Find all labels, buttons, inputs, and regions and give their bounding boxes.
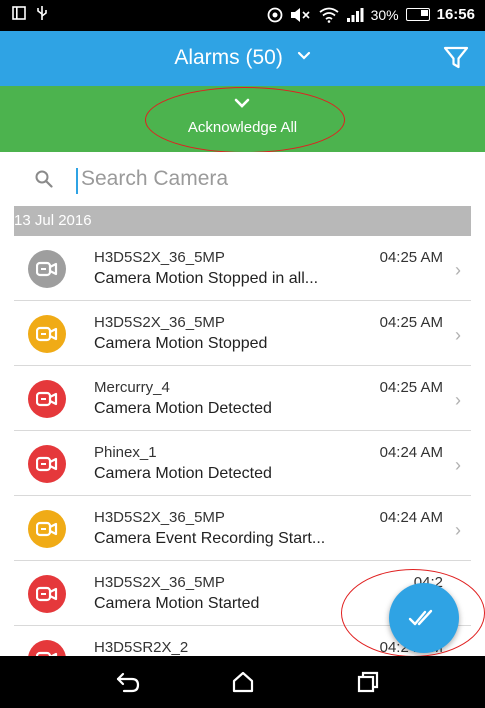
- back-icon[interactable]: [115, 670, 141, 694]
- alarm-clock-icon: [267, 7, 282, 22]
- phone-portrait-icon: [12, 6, 26, 20]
- video-camera-icon: [36, 586, 58, 602]
- camera-badge: [28, 575, 66, 613]
- search-icon: [35, 170, 53, 188]
- acknowledge-all-button[interactable]: Acknowledge All: [0, 86, 485, 152]
- camera-name: Mercurry_4: [94, 379, 170, 396]
- status-bar: 30% 16:56: [0, 0, 485, 31]
- date-label: 13 Jul 2016: [14, 212, 92, 229]
- camera-name: H3D5S2X_36_5MP: [94, 249, 225, 266]
- alarm-time: 04:25 AM: [379, 379, 443, 396]
- camera-name: Phinex_1: [94, 444, 157, 461]
- filter-icon[interactable]: [443, 45, 469, 71]
- camera-badge: [28, 315, 66, 353]
- video-camera-icon: [36, 521, 58, 537]
- app-bar: Alarms (50): [0, 31, 485, 86]
- alarm-description: Camera Motion Detected: [94, 465, 272, 482]
- clock: 16:56: [436, 6, 475, 23]
- camera-badge: [28, 510, 66, 548]
- video-camera-icon: [36, 456, 58, 472]
- battery-icon: [405, 8, 430, 21]
- alarm-time: 04:24 AM: [379, 509, 443, 526]
- chevron-right-icon: ›: [455, 390, 461, 410]
- video-camera-icon: [36, 391, 58, 407]
- camera-name: H3D5S2X_36_5MP: [94, 509, 225, 526]
- list-item[interactable]: H3D5S2X_36_5MP Camera Motion Stopped in …: [14, 236, 471, 301]
- double-check-icon: [408, 609, 433, 626]
- alarm-description: Camera Motion Started: [94, 595, 260, 612]
- camera-badge: [28, 445, 66, 483]
- search-bar: [0, 152, 485, 206]
- navigation-bar: [0, 656, 485, 708]
- list-item[interactable]: Phinex_1 Camera Motion Detected 04:24 AM…: [14, 431, 471, 496]
- page-title: Alarms (50): [174, 46, 283, 69]
- list-item[interactable]: H3D5S2X_36_5MP Camera Event Recording St…: [14, 496, 471, 561]
- alarm-time: 04:25 AM: [379, 249, 443, 266]
- chevron-down-icon: [297, 51, 310, 60]
- video-camera-icon: [36, 261, 58, 277]
- alarm-description: Camera Motion Stopped in all...: [94, 270, 319, 287]
- status-left: [12, 5, 48, 21]
- camera-badge: [28, 380, 66, 418]
- alarm-time: 04:24 AM: [379, 444, 443, 461]
- chevron-down-icon: [234, 98, 250, 108]
- list-item[interactable]: Mercurry_4 Camera Motion Detected 04:25 …: [14, 366, 471, 431]
- wifi-icon: [319, 7, 339, 23]
- chevron-right-icon: ›: [455, 260, 461, 280]
- acknowledge-all-label: Acknowledge All: [187, 119, 298, 136]
- signal-icon: [346, 7, 364, 22]
- video-camera-icon: [36, 326, 58, 342]
- alarm-time: 04:25 AM: [379, 314, 443, 331]
- search-input[interactable]: [75, 164, 461, 194]
- usb-icon: [37, 6, 47, 20]
- alarm-description: Camera Motion Stopped: [94, 335, 268, 352]
- chevron-right-icon: ›: [455, 455, 461, 475]
- camera-name: H3D5S2X_36_5MP: [94, 314, 225, 331]
- battery-percent: 30%: [370, 6, 399, 23]
- camera-badge: [28, 250, 66, 288]
- list-item[interactable]: H3D5S2X_36_5MP Camera Motion Stopped 04:…: [14, 301, 471, 366]
- alarm-description: Camera Event Recording Start...: [94, 530, 326, 547]
- alarm-description: Camera Motion Detected: [94, 400, 272, 417]
- date-section-header: 13 Jul 2016: [14, 206, 471, 236]
- home-icon[interactable]: [230, 670, 256, 694]
- camera-name: H3D5SR2X_2: [94, 639, 189, 656]
- mute-icon: [290, 7, 310, 22]
- status-right: 30% 16:56: [267, 6, 475, 23]
- camera-name: H3D5S2X_36_5MP: [94, 574, 225, 591]
- chevron-right-icon: ›: [455, 520, 461, 540]
- chevron-right-icon: ›: [455, 325, 461, 345]
- text-cursor: [76, 168, 78, 194]
- acknowledge-selected-button[interactable]: [389, 583, 459, 653]
- alarms-dropdown[interactable]: Alarms (50): [0, 46, 485, 70]
- recents-icon[interactable]: [355, 670, 381, 694]
- screen: 30% 16:56 Alarms (50) Acknowledge All Se…: [0, 0, 485, 708]
- camera-badge: [28, 640, 66, 656]
